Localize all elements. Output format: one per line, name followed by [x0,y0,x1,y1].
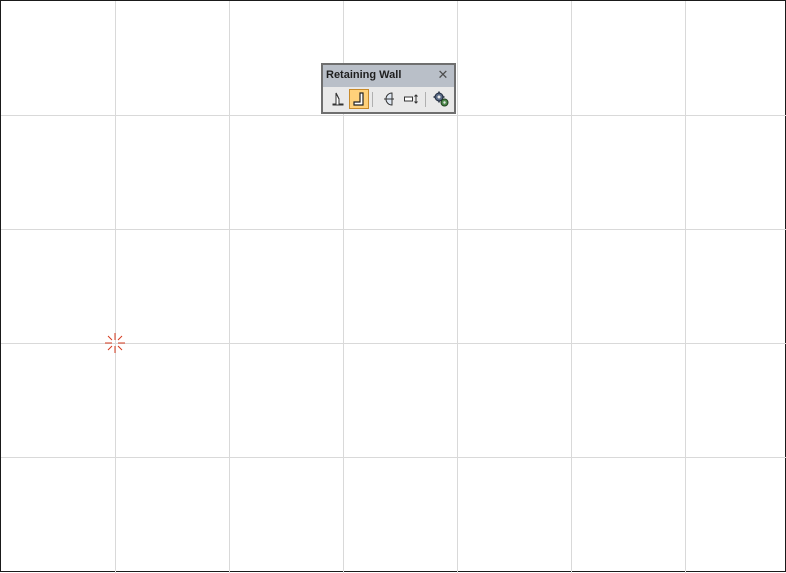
retaining-wall-toolbar[interactable]: Retaining Wall ✕ [321,63,456,114]
origin-marker-icon [105,333,125,353]
toolbar-separator [372,92,373,107]
semicircle-icon [384,92,394,106]
wall-profile-icon [332,92,344,106]
rectangle-arrow-icon [404,94,418,104]
close-icon[interactable]: ✕ [436,67,450,83]
l-shape-wall-icon [353,92,364,106]
toolbar-separator [425,92,426,107]
wall-profile-button[interactable] [328,89,348,109]
toolbar-buttons [323,87,454,112]
toolbar-title: Retaining Wall [326,69,402,81]
l-shaped-wall-button[interactable] [349,89,369,109]
toolbar-title-bar[interactable]: Retaining Wall ✕ [323,65,454,87]
gears-icon [433,91,449,107]
wall-settings-button[interactable] [431,89,451,109]
circular-wall-button[interactable] [378,89,398,109]
wall-dimension-button[interactable] [401,89,421,109]
